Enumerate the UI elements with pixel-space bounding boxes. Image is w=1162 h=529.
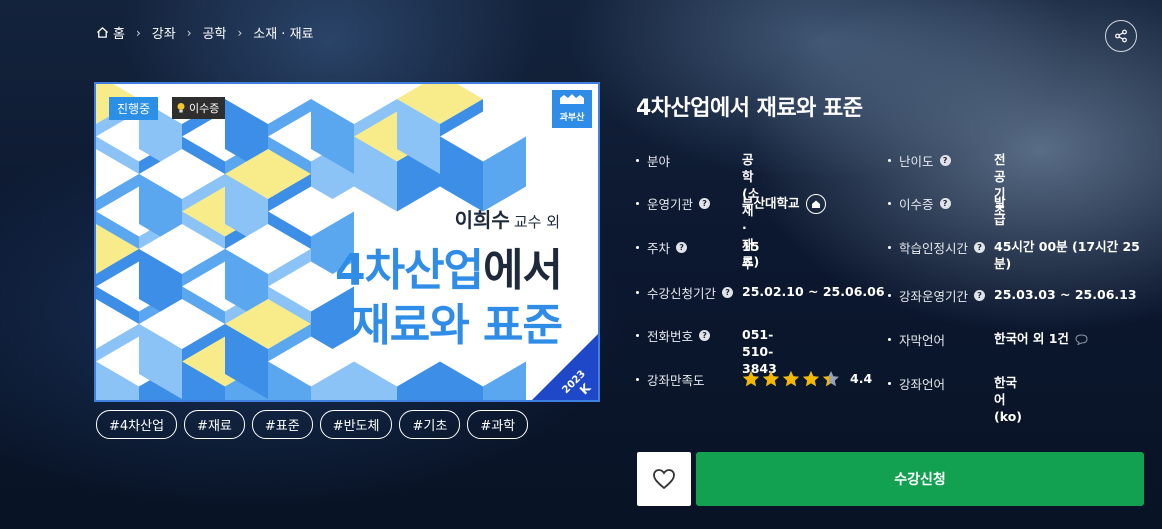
- info-value: 발급: [994, 195, 1006, 227]
- lightbulb-icon: [177, 103, 185, 113]
- info-label: 강좌언어: [899, 377, 946, 392]
- info-value: 15 주: [742, 239, 760, 271]
- professor-suffix: 교수 외: [513, 213, 560, 231]
- rating-stars: 4.4: [742, 370, 872, 387]
- thumbnail-title-line2: 재료와 표준: [350, 300, 563, 351]
- tag-item[interactable]: #기초: [399, 410, 461, 439]
- help-icon[interactable]: ?: [939, 155, 951, 166]
- info-phone: 전화번호? 051-510-3843: [636, 326, 777, 376]
- info-value: 25.02.10 ~ 25.06.06: [742, 284, 885, 299]
- certificate-badge-label: 이수증: [189, 102, 220, 115]
- rating-value: 4.4: [850, 371, 873, 386]
- help-icon[interactable]: ?: [974, 242, 986, 253]
- heart-icon: [653, 469, 675, 490]
- info-label: 수강신청기간: [647, 286, 717, 301]
- help-icon[interactable]: ?: [722, 287, 734, 298]
- chevron-right-icon: ›: [237, 25, 243, 40]
- info-label: 전화번호: [647, 329, 694, 344]
- tag-item[interactable]: #재료: [184, 410, 245, 439]
- tag-item[interactable]: #반도체: [319, 410, 393, 439]
- info-value[interactable]: 부산대학교: [742, 196, 800, 211]
- home-icon: [96, 26, 109, 38]
- certificate-badge: 이수증: [172, 97, 226, 119]
- breadcrumb-current[interactable]: 소재 · 재료: [253, 23, 313, 42]
- info-institution: 운영기관? 부산대학교: [636, 194, 826, 214]
- help-icon[interactable]: ?: [699, 198, 711, 209]
- help-icon[interactable]: ?: [939, 198, 951, 209]
- info-difficulty: 난이도? 전공기초: [888, 151, 1006, 218]
- info-label: 난이도: [899, 154, 934, 169]
- star-icon: [803, 371, 819, 387]
- info-enroll-period: 수강신청기간? 25.02.10 ~ 25.06.06: [636, 283, 885, 302]
- share-icon: [1115, 29, 1127, 43]
- info-satisfaction: 강좌만족도 4.4: [636, 370, 872, 389]
- info-course-period: 강좌운영기간? 25.03.03 ~ 25.06.13: [888, 286, 1137, 305]
- info-field: 분야 공학 (소재 · 재료): [636, 151, 759, 269]
- info-course-lang: 강좌언어 한국어(ko): [888, 374, 1022, 424]
- apply-button[interactable]: 수강신청: [696, 452, 1144, 506]
- status-badge: 진행중: [109, 97, 159, 120]
- info-study-time: 학습인정시간? 45시간 00분 (17시간 25분): [888, 238, 1140, 271]
- share-button[interactable]: [1105, 20, 1137, 52]
- tag-item[interactable]: #과학: [467, 410, 529, 439]
- course-thumbnail: 진행중 이수증 과부산 이희수 교수 외 4차산업에서 재료와 표준 2023 K: [94, 82, 600, 402]
- info-label: 이수증: [899, 197, 934, 212]
- logo-text: 과부산: [560, 111, 586, 123]
- tag-item[interactable]: #표준: [251, 410, 313, 439]
- star-icon: [743, 371, 759, 387]
- breadcrumb-category[interactable]: 강좌: [152, 23, 176, 42]
- info-label: 분야: [647, 154, 671, 169]
- university-logo: 과부산: [552, 90, 592, 128]
- help-icon[interactable]: ?: [974, 290, 986, 301]
- info-value: 한국어(ko): [994, 375, 1022, 424]
- year-corner-tag: 2023 K: [532, 334, 598, 400]
- chevron-right-icon: ›: [135, 25, 141, 40]
- info-value: 45시간 00분 (17시간 25분): [994, 239, 1140, 271]
- info-label: 학습인정시간: [899, 241, 969, 256]
- breadcrumb-subcategory[interactable]: 공학: [203, 23, 227, 42]
- tag-list: #4차산업 #재료 #표준 #반도체 #기초 #과학: [96, 410, 535, 439]
- help-icon[interactable]: ?: [699, 330, 711, 341]
- info-label: 강좌만족도: [647, 373, 705, 388]
- star-icon: [783, 371, 799, 387]
- thumbnail-professor: 이희수 교수 외: [455, 204, 560, 233]
- info-weeks: 주차? 15 주: [636, 238, 759, 271]
- info-subtitle-lang: 자막언어 한국어 외 1건: [888, 330, 1088, 349]
- star-icon: [763, 371, 779, 387]
- info-certificate: 이수증? 발급: [888, 194, 1006, 227]
- info-label: 주차: [647, 241, 671, 256]
- institution-home-icon[interactable]: [805, 194, 826, 214]
- info-label: 강좌운영기간: [899, 289, 969, 304]
- star-icon: [823, 371, 839, 387]
- wishlist-button[interactable]: [637, 452, 691, 506]
- help-icon[interactable]: ?: [676, 242, 688, 253]
- info-value: 25.03.03 ~ 25.06.13: [994, 287, 1137, 302]
- info-value: 한국어 외 1건: [994, 331, 1069, 346]
- info-label: 자막언어: [899, 333, 946, 348]
- tag-item[interactable]: #4차산업: [96, 410, 178, 439]
- course-title: 4차산업에서 재료와 표준: [636, 96, 863, 121]
- breadcrumb-home[interactable]: 홈: [113, 23, 125, 42]
- chevron-right-icon: ›: [186, 25, 192, 40]
- info-label: 운영기관: [647, 197, 694, 212]
- speech-bubble-icon[interactable]: [1075, 334, 1088, 345]
- breadcrumb: 홈 › 강좌 › 공학 › 소재 · 재료: [96, 23, 314, 42]
- professor-name: 이희수: [454, 208, 510, 232]
